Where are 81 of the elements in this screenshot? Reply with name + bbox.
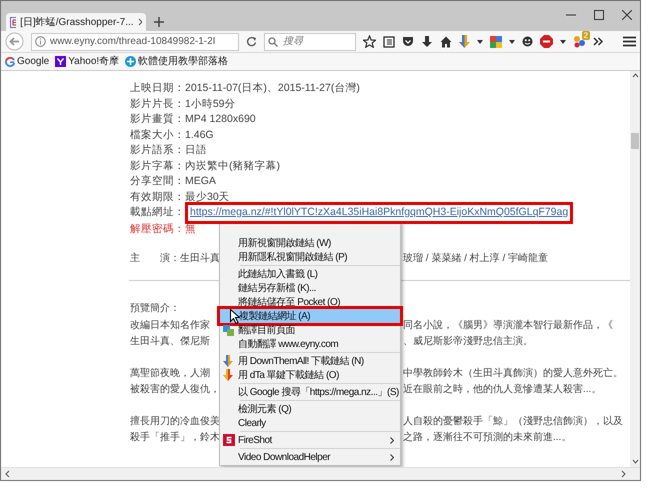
download-arrow-icon — [223, 355, 233, 367]
notification-badge: 2 — [582, 31, 590, 40]
menu-item[interactable]: Video DownloadHelper — [220, 450, 400, 464]
bookmark-item[interactable]: 軟體使用教學部落格 — [125, 54, 228, 69]
menu-item[interactable]: Clearly — [220, 416, 400, 430]
menu-item[interactable]: 將鏈結儲存至 Pocket (O) — [220, 295, 400, 309]
maximize-icon[interactable] — [594, 10, 604, 20]
yahoo-icon — [55, 56, 66, 67]
menu-item[interactable]: 用新視窗開啟鏈結 (W) — [220, 236, 400, 250]
menu-item[interactable]: 用 dTa 單鍵下載鏈結 (O) — [220, 368, 400, 382]
download-arrow-icon[interactable] — [459, 35, 470, 48]
download-link[interactable]: https://mega.nz/#!tYl0lYTC!zXa4L35iHai8PknfgqmQH3-EijoKxNmQ05fGLqF79ag — [185, 202, 574, 224]
detail-text: 檔案大小：1.46G — [130, 128, 215, 142]
caret-icon[interactable] — [560, 40, 566, 44]
body-text: 之路，逐漸往不可預測的未來前進...。 — [403, 430, 572, 446]
close-icon[interactable] — [622, 10, 632, 20]
detail-text: 有效期限：最少30天 — [130, 190, 231, 204]
detail-text: 上映日期：2015-11-07(日本)、2015-11-27(台灣) — [130, 81, 361, 96]
body-text: 人自殺的憂鬱殺手「鯨」（淺野忠信飾演），以及 — [403, 414, 624, 429]
address-bar[interactable]: www.eyny.com/thread-10849982-1-2I — [31, 32, 239, 50]
mouse-cursor-icon — [230, 309, 240, 324]
scrollbar-thumb[interactable] — [631, 133, 639, 149]
favicon-icon — [10, 16, 16, 28]
scroll-right-icon[interactable] — [620, 470, 627, 478]
browser-tab[interactable]: [日]蚱蜢/Grasshopper-7... — [6, 13, 146, 31]
menu-item[interactable]: 翻譯目前頁面 — [220, 323, 400, 337]
password-text: 解壓密碼：無 — [130, 222, 197, 237]
google-icon — [5, 56, 15, 66]
overflow-icon[interactable] — [593, 37, 603, 46]
capture-icon — [223, 434, 235, 446]
menu-item[interactable]: 自動翻譯 www.eyny.com — [220, 337, 400, 351]
body-text: 生田斗真、傑尼斯 — [130, 334, 211, 350]
menu-item[interactable]: 以 Google 搜尋「https://mega.nz...」(S) — [220, 385, 400, 399]
translate-icon — [223, 324, 234, 336]
download-icon[interactable] — [421, 36, 433, 48]
blog-icon — [125, 56, 136, 67]
body-text: 殺手「推手」，鈴木 — [130, 430, 221, 446]
body-text: 、威尼斯影帝淺野忠信主演。 — [403, 334, 534, 350]
body-text: 主 演：生田斗真 — [130, 252, 221, 266]
section-heading: 預覽簡介： — [130, 302, 180, 316]
stop-sign-icon[interactable] — [540, 35, 553, 48]
menu-item[interactable]: 鏈結另存新檔 (K)... — [220, 281, 400, 295]
menu-icon[interactable] — [623, 36, 636, 47]
detail-text: 影片片長：1小時59分 — [130, 96, 237, 112]
caret-icon[interactable] — [477, 40, 483, 44]
menu-item[interactable]: 用 DownThemAll! 下載鏈結 (N) — [220, 354, 400, 368]
body-text: 玻瑠 / 菜菜緒 / 村上淳 / 宇崎龍童 — [403, 252, 550, 266]
star-icon[interactable] — [363, 35, 376, 48]
body-text: 改編日本知名作家 — [130, 318, 211, 333]
body-text: 擅長用刀的冷血俊美 — [130, 414, 221, 429]
body-text: 萬聖節夜晚，人潮 — [130, 366, 211, 381]
new-tab-icon[interactable] — [154, 17, 164, 27]
scroll-left-icon[interactable] — [4, 470, 11, 478]
detail-text: 影片畫質：MP4 1280x690 — [130, 112, 257, 127]
search-field[interactable]: 搜尋 — [264, 32, 356, 50]
menu-item[interactable]: FireShot — [220, 433, 400, 447]
menu-item[interactable]: 複製鏈結網址 (A) — [217, 306, 403, 326]
home-icon[interactable] — [440, 36, 452, 48]
reading-list-icon[interactable] — [383, 36, 395, 48]
field-label: 載點網址： — [130, 205, 185, 220]
body-text: 被殺害的愛人復仇， — [130, 382, 221, 398]
back-button[interactable] — [5, 32, 24, 51]
body-text: 同名小說，《腦男》導演瀧本智行最新作品，《 — [403, 318, 614, 333]
body-text: 近在眼前之時，他的仇人竟慘遭某人殺害...。 — [403, 382, 602, 398]
menu-item[interactable]: 用新隱私視窗開啟鏈結 (P) — [220, 250, 400, 264]
caret-icon[interactable] — [509, 40, 515, 44]
reload-icon[interactable] — [246, 36, 257, 47]
bookmark-item[interactable]: Yahoo!奇摩 — [55, 54, 120, 69]
menu-item[interactable]: 檢測元素 (Q) — [220, 402, 400, 416]
shield-icon[interactable] — [402, 36, 414, 48]
detail-text: 影片語系：日語 — [130, 143, 208, 158]
info-icon[interactable] — [35, 36, 46, 47]
tab-title: [日]蚱蜢/Grasshopper-7... — [20, 16, 134, 30]
detail-text: 影片字幕：內崁繁中(豬豬字幕) — [130, 158, 281, 174]
menu-item[interactable]: 此鏈結加入書籤 (L) — [220, 267, 400, 281]
bookmark-item[interactable]: Google — [5, 54, 50, 69]
grid-icon[interactable] — [490, 36, 502, 48]
detail-text: 分享空間：MEGA — [130, 174, 217, 189]
download-arrow-icon — [223, 369, 233, 381]
smiley-icon[interactable] — [522, 36, 533, 47]
body-text: 中學教師鈴木（生田斗真飾演）的愛人意外死亡。 — [403, 366, 624, 381]
